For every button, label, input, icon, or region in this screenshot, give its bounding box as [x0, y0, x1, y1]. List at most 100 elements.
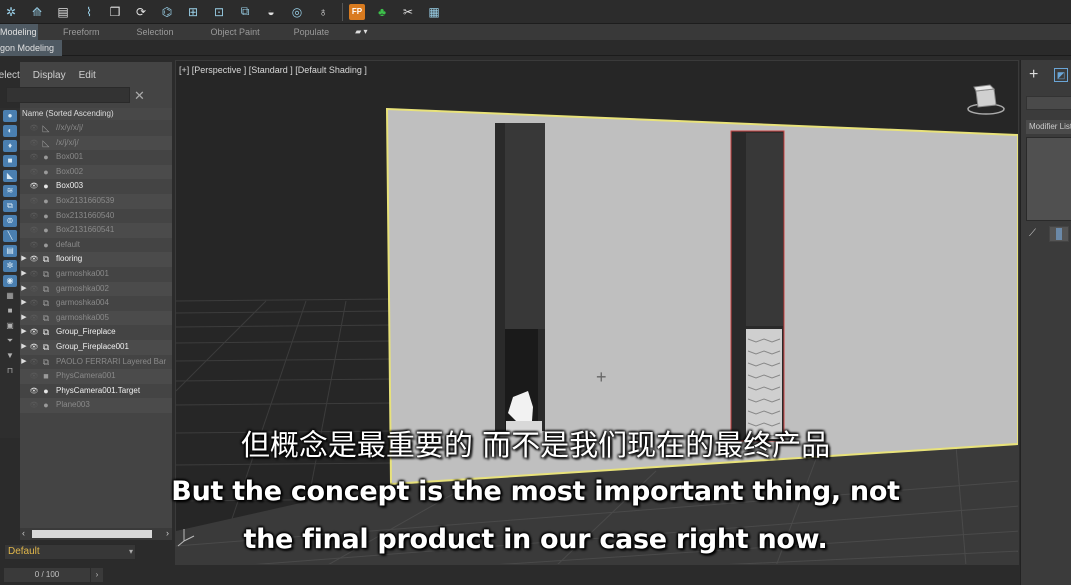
hidden-filter-icon[interactable]: ◉: [3, 275, 17, 287]
lights-filter-icon[interactable]: ♦: [3, 140, 17, 152]
explorer-row[interactable]: 👁 ● Box2131660541: [20, 223, 172, 238]
panel-icon[interactable]: ▤: [54, 3, 72, 21]
next-frame-icon[interactable]: ›: [91, 568, 103, 582]
helpers-filter-icon[interactable]: ◣: [3, 170, 17, 182]
explorer-row[interactable]: 👁 ● Plane003: [20, 398, 172, 413]
menu-select[interactable]: Select: [0, 70, 20, 86]
explorer-row[interactable]: ▶ 👁 ⧉ garmoshka004: [20, 296, 172, 311]
visibility-eye-icon[interactable]: 👁: [28, 267, 40, 282]
tab-object-paint[interactable]: Object Paint: [211, 24, 260, 40]
explorer-horizontal-scrollbar[interactable]: ‹ ›: [20, 528, 172, 540]
tools-icon[interactable]: ✂: [399, 3, 417, 21]
tab-populate[interactable]: Populate: [294, 24, 330, 40]
xrefs-filter-icon[interactable]: ⊚: [3, 215, 17, 227]
modifier-list-dropdown[interactable]: Modifier List: [1026, 120, 1071, 134]
visibility-eye-icon[interactable]: 👁: [28, 384, 40, 399]
scroll-right-icon[interactable]: ›: [166, 528, 169, 538]
expand-arrow-icon[interactable]: ▶: [20, 296, 28, 311]
particle-icon[interactable]: ✲: [2, 3, 20, 21]
visibility-eye-icon[interactable]: 👁: [28, 398, 40, 413]
light-bulb-icon[interactable]: ♁: [314, 3, 332, 21]
explorer-row[interactable]: ▶ 👁 ⧉ Group_Fireplace: [20, 325, 172, 340]
visibility-eye-icon[interactable]: 👁: [28, 340, 40, 355]
visibility-eye-icon[interactable]: 👁: [28, 223, 40, 238]
visibility-eye-icon[interactable]: 👁: [28, 282, 40, 297]
shapes-filter-icon[interactable]: ◐: [3, 125, 17, 137]
visibility-eye-icon[interactable]: 👁: [28, 311, 40, 326]
lock-icon[interactable]: ⊓: [3, 365, 17, 377]
visibility-eye-icon[interactable]: 👁: [28, 355, 40, 370]
explorer-row[interactable]: 👁 ● Box003: [20, 179, 172, 194]
expand-arrow-icon[interactable]: ▶: [20, 355, 28, 370]
tab-modeling[interactable]: Modeling: [0, 24, 38, 40]
visibility-eye-icon[interactable]: 👁: [28, 165, 40, 180]
explorer-row[interactable]: 👁 ● Box2131660540: [20, 209, 172, 224]
menu-display[interactable]: Display: [33, 70, 66, 86]
explorer-row[interactable]: 👁 ● Box2131660539: [20, 193, 172, 209]
viewcube-icon[interactable]: [966, 83, 1006, 117]
explorer-row[interactable]: 👁 ■ PhysCamera001: [20, 369, 172, 384]
layer-dropdown[interactable]: Default ▾: [4, 544, 136, 560]
perspective-viewport[interactable]: [+] [Perspective ] [Standard ] [Default …: [175, 60, 1019, 565]
menu-edit[interactable]: Edit: [79, 70, 96, 86]
explorer-row[interactable]: ▶ 👁 ⧉ garmoshka002: [20, 281, 172, 297]
explorer-row[interactable]: 👁 ● Box002: [20, 164, 172, 180]
layers-icon[interactable]: ▦: [3, 290, 17, 302]
geometry-filter-icon[interactable]: ●: [3, 110, 17, 122]
material-icon[interactable]: ❒: [106, 3, 124, 21]
frozen-filter-icon[interactable]: ✼: [3, 260, 17, 272]
viewport-label[interactable]: [+] [Perspective ] [Standard ] [Default …: [179, 65, 367, 75]
explorer-row[interactable]: 👁 ◺ //x/y/x/j/: [20, 121, 172, 136]
expand-arrow-icon[interactable]: ▶: [20, 311, 28, 326]
render-icon[interactable]: ⧉: [236, 3, 254, 21]
explorer-row[interactable]: ▶ 👁 ⧉ garmoshka001: [20, 267, 172, 282]
ribbon-options-icon[interactable]: ▰ ▾: [355, 24, 367, 40]
create-tab-icon[interactable]: +: [1029, 66, 1038, 84]
modify-tab-icon[interactable]: ◩: [1054, 68, 1068, 82]
explorer-row[interactable]: 👁 ● PhysCamera001.Target: [20, 384, 172, 399]
explorer-row[interactable]: 👁 ● Box001: [20, 150, 172, 165]
explorer-column-header[interactable]: Name (Sorted Ascending): [20, 108, 172, 120]
select-all-icon[interactable]: ■: [3, 305, 17, 317]
cameras-filter-icon[interactable]: ■: [3, 155, 17, 167]
expand-arrow-icon[interactable]: ▶: [20, 340, 28, 355]
tree-icon[interactable]: ♣: [373, 3, 391, 21]
visibility-eye-icon[interactable]: 👁: [28, 209, 40, 224]
expand-arrow-icon[interactable]: ▶: [20, 267, 28, 282]
explorer-search-input[interactable]: [6, 87, 130, 103]
render-frame-icon[interactable]: ⊡: [210, 3, 228, 21]
visibility-eye-icon[interactable]: 👁: [28, 150, 40, 165]
explorer-row[interactable]: ▶ 👁 ⧉ PAOLO FERRARI Layered Bar: [20, 355, 172, 370]
bones-filter-icon[interactable]: ╲: [3, 230, 17, 242]
explorer-row[interactable]: ▶ 👁 ⧉ Group_Fireplace001: [20, 339, 172, 355]
visibility-eye-icon[interactable]: 👁: [28, 194, 40, 209]
time-slider[interactable]: 0 / 100: [4, 568, 90, 582]
expand-arrow-icon[interactable]: ▶: [20, 252, 28, 267]
explorer-row[interactable]: ▶ 👁 ⧉ flooring: [20, 252, 172, 267]
teapot-icon[interactable]: ◒: [262, 3, 280, 21]
explorer-row[interactable]: 👁 ● default: [20, 238, 172, 253]
scroll-left-icon[interactable]: ‹: [22, 528, 25, 538]
modifier-stack[interactable]: [1026, 137, 1071, 221]
scrollbar-thumb[interactable]: [32, 530, 152, 538]
bone-icon[interactable]: ⌇: [80, 3, 98, 21]
spacewarps-filter-icon[interactable]: ≋: [3, 185, 17, 197]
visibility-eye-icon[interactable]: 👁: [28, 252, 40, 267]
visibility-eye-icon[interactable]: 👁: [28, 296, 40, 311]
explorer-row[interactable]: ▶ 👁 ⧉ garmoshka005: [20, 310, 172, 326]
visibility-eye-icon[interactable]: 👁: [28, 121, 40, 136]
funnel-icon[interactable]: ⏷: [3, 335, 17, 347]
visibility-eye-icon[interactable]: 👁: [28, 325, 40, 340]
frame-icon[interactable]: ⊞: [184, 3, 202, 21]
visibility-eye-icon[interactable]: 👁: [28, 179, 40, 194]
visibility-eye-icon[interactable]: 👁: [28, 369, 40, 384]
visibility-eye-icon[interactable]: 👁: [28, 238, 40, 253]
expand-arrow-icon[interactable]: ▶: [20, 282, 28, 297]
table-icon[interactable]: ▦: [425, 3, 443, 21]
visibility-eye-icon[interactable]: 👁: [28, 136, 40, 151]
tab-selection[interactable]: Selection: [137, 24, 174, 40]
pin-stack-icon[interactable]: ⟋: [1029, 228, 1036, 239]
show-end-result-button[interactable]: [1049, 226, 1069, 242]
grass-icon[interactable]: ⟰: [28, 3, 46, 21]
forest-pack-icon[interactable]: FP: [349, 3, 365, 20]
